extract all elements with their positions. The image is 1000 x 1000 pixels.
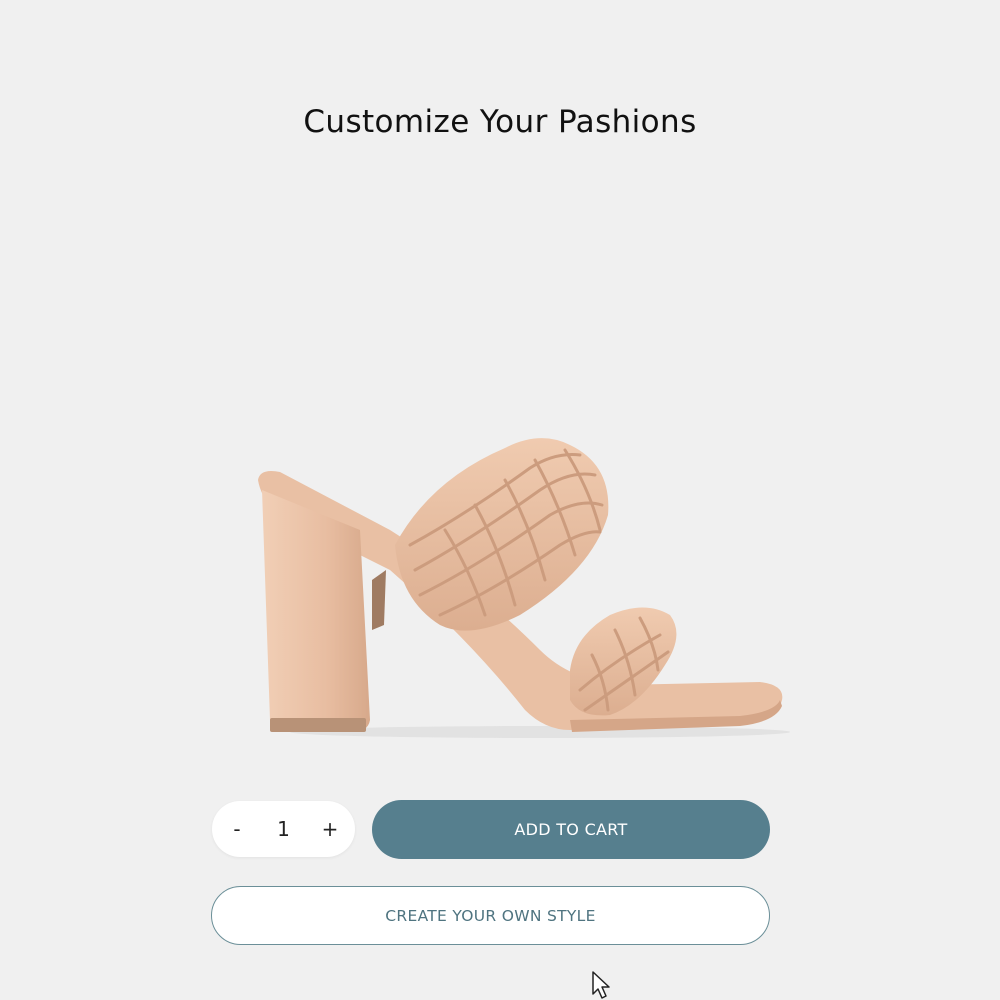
page: Customize Your Pashions - 1 + ADD TO CAR… (0, 0, 1000, 1000)
product-image (258, 438, 790, 738)
mouse-pointer-icon (592, 971, 610, 999)
increment-button[interactable]: + (315, 811, 345, 847)
decrement-button[interactable]: - (222, 811, 252, 847)
quantity-value[interactable]: 1 (264, 817, 304, 841)
page-title: Customize Your Pashions (303, 104, 697, 140)
quantity-stepper: - 1 + (212, 801, 355, 857)
add-to-cart-button[interactable]: ADD TO CART (372, 800, 770, 859)
create-your-own-style-button[interactable]: CREATE YOUR OWN STYLE (211, 886, 770, 945)
